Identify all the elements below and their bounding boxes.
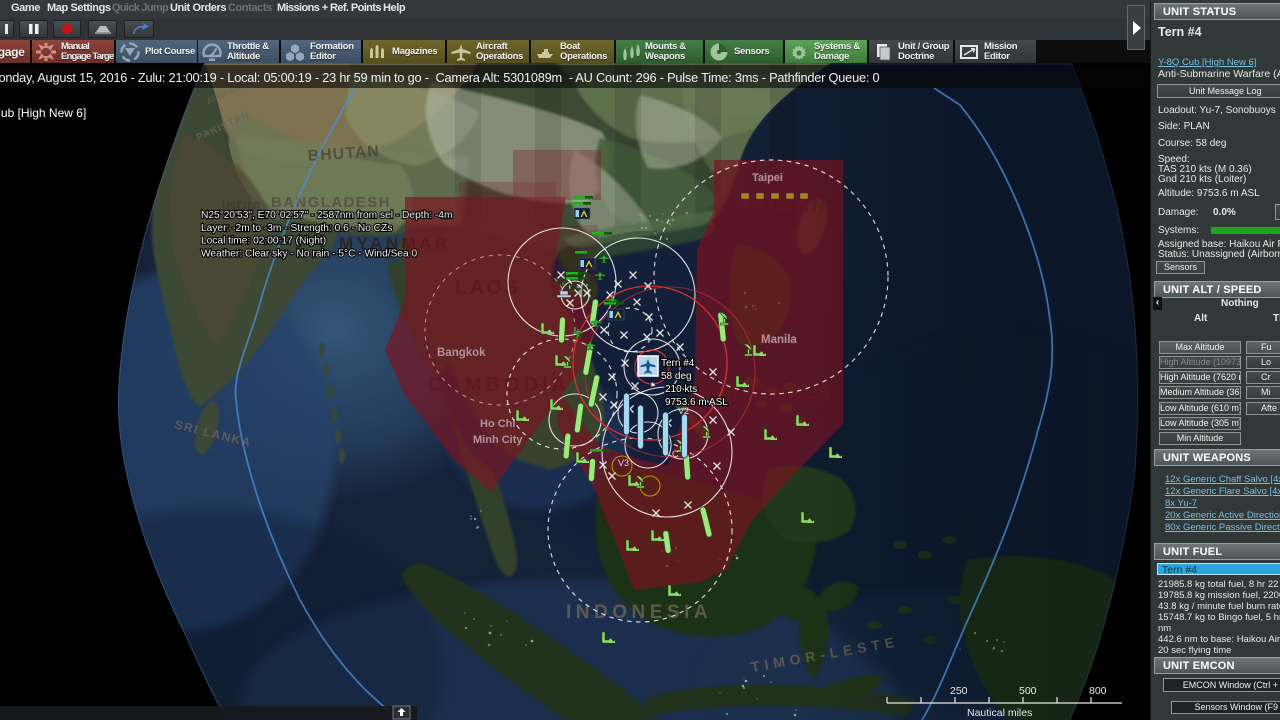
- svg-text:Manila: Manila: [761, 334, 797, 346]
- svg-text:Minh City: Minh City: [473, 434, 523, 446]
- svg-text:V3: V3: [618, 458, 629, 468]
- svg-text:C: C: [672, 449, 679, 459]
- svg-text:210 kts: 210 kts: [665, 384, 697, 395]
- svg-text:Taipei: Taipei: [752, 172, 783, 184]
- svg-text:250: 250: [950, 685, 968, 697]
- svg-text:Local time: 02:00:17 (Night): Local time: 02:00:17 (Night): [201, 236, 326, 247]
- svg-text:Tern #4: Tern #4: [661, 358, 695, 369]
- svg-text:Bangkok: Bangkok: [437, 347, 486, 359]
- svg-text:Ho Chi: Ho Chi: [480, 418, 515, 430]
- svg-text:Weather: Clear sky - No rain -: Weather: Clear sky - No rain - 5°C - Win…: [201, 248, 418, 259]
- svg-text:800: 800: [1089, 685, 1107, 697]
- svg-text:N25°20'53", E70°02'57" - 2587n: N25°20'53", E70°02'57" - 2587nm from sel…: [201, 210, 452, 221]
- svg-text:Nautical miles: Nautical miles: [967, 707, 1032, 719]
- svg-text:Layer: -2m to -3m - Strength:: Layer: -2m to -3m - Strength: 0.6 - No C…: [201, 223, 392, 234]
- svg-text:BANGLADESH: BANGLADESH: [271, 194, 391, 211]
- svg-text:58 deg: 58 deg: [661, 371, 692, 382]
- svg-text:Y-8Q Cub [High New 6]: Y-8Q Cub [High New 6]: [0, 106, 86, 120]
- svg-text:9753.6 m ASL: 9753.6 m ASL: [665, 397, 728, 408]
- svg-text:500: 500: [1019, 685, 1037, 697]
